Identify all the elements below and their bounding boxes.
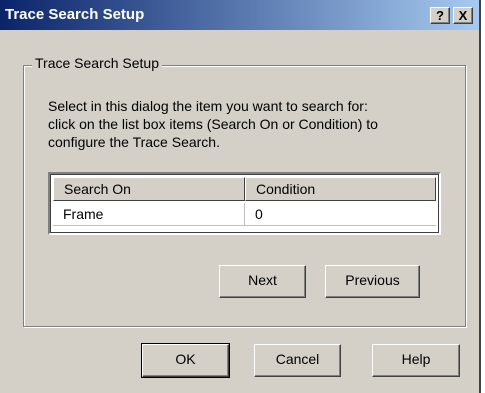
search-listbox[interactable]: Search On Condition Frame 0 (48, 172, 441, 235)
next-button[interactable]: Next (219, 265, 306, 298)
previous-button[interactable]: Previous (325, 265, 420, 298)
column-header-search-on[interactable]: Search On (53, 177, 245, 201)
close-titlebar-button[interactable]: X (453, 7, 473, 24)
groupbox-label: Trace Search Setup (32, 55, 162, 71)
question-mark-icon: ? (436, 8, 444, 23)
description-line: Select in this dialog the item you want … (48, 98, 368, 114)
window-title: Trace Search Setup (5, 6, 145, 23)
description-text: Select in this dialog the item you want … (48, 97, 468, 151)
close-icon: X (458, 8, 468, 23)
dialog-window: Trace Search Setup ? X Trace Search Setu… (0, 0, 481, 393)
ok-button[interactable]: OK (141, 343, 230, 378)
listbox-header: Search On Condition (53, 177, 436, 201)
description-line: click on the list box items (Search On o… (48, 116, 378, 132)
title-bar[interactable]: Trace Search Setup ? X (0, 0, 479, 30)
cancel-button[interactable]: Cancel (254, 344, 341, 377)
search-on-cell[interactable]: Frame (53, 203, 245, 225)
list-item[interactable]: Frame 0 (53, 203, 436, 226)
help-button[interactable]: Help (372, 344, 460, 377)
column-header-condition[interactable]: Condition (245, 177, 436, 201)
condition-cell[interactable]: 0 (245, 203, 436, 225)
help-titlebar-button[interactable]: ? (430, 7, 450, 24)
description-line: configure the Trace Search. (48, 134, 220, 150)
